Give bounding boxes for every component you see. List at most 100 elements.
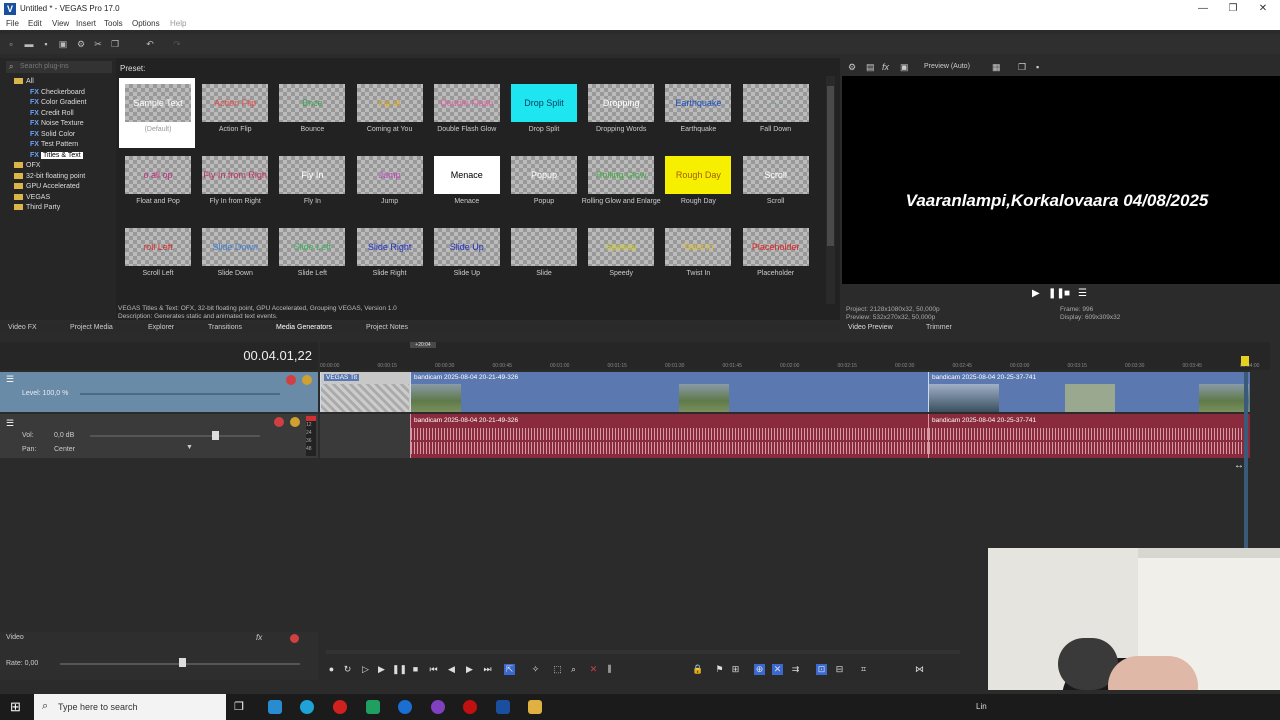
delete-icon[interactable]: ✕	[588, 664, 599, 675]
record-app-icon[interactable]	[463, 700, 477, 714]
preset-tile[interactable]: Action Flip Action Flip	[196, 78, 272, 148]
preset-tile[interactable]: · · · Fall Down	[737, 78, 813, 148]
preset-tile[interactable]: Dropping Dropping Words	[582, 78, 658, 148]
preset-tile[interactable]: Sample Text (Default)	[119, 78, 195, 148]
lock-icon[interactable]: 🔒	[692, 664, 703, 675]
windows-start-icon[interactable]: ⊞	[10, 699, 21, 715]
solo-icon[interactable]	[302, 375, 312, 385]
tab-video-preview[interactable]: Video Preview	[848, 324, 893, 331]
preset-tile[interactable]: Twist In Twist In	[659, 222, 735, 292]
task-view-icon[interactable]: ❐	[234, 700, 244, 713]
open-folder-icon[interactable]: ▬	[24, 39, 34, 49]
playhead-marker[interactable]	[1241, 356, 1249, 366]
plugin-search-input[interactable]: Search plug-ins	[6, 61, 112, 73]
edge-icon[interactable]	[300, 700, 314, 714]
preset-tile[interactable]: Slide Left Slide Left	[273, 222, 349, 292]
tab-transitions[interactable]: Transitions	[208, 324, 242, 331]
mute-icon[interactable]	[274, 417, 284, 427]
preset-tile[interactable]: Slide Up Slide Up	[428, 222, 504, 292]
plugin-tree-item[interactable]: Third Party	[14, 204, 60, 211]
fx-icon[interactable]: fx	[256, 633, 262, 642]
plugin-tree-item[interactable]: FX Checkerboard	[30, 89, 85, 96]
cut-icon[interactable]: ✂	[93, 39, 103, 49]
preset-tile[interactable]: Slide Down Slide Down	[196, 222, 272, 292]
volume-slider[interactable]	[90, 435, 260, 437]
preset-tile[interactable]: Earthquake Earthquake	[659, 78, 735, 148]
zoom-tool-icon[interactable]: ⌕	[568, 664, 579, 675]
plugin-tree-item[interactable]: 32-bit floating point	[14, 173, 85, 180]
redo-icon[interactable]: ↷	[172, 39, 182, 49]
level-slider[interactable]	[80, 393, 280, 395]
copy-icon[interactable]: ❐	[110, 39, 120, 49]
preset-tile[interactable]: Speedy Speedy	[582, 222, 658, 292]
minimize-button[interactable]: —	[1188, 2, 1218, 16]
preset-tile[interactable]: Bnce Bounce	[273, 78, 349, 148]
plugin-tree-item[interactable]: FX Solid Color	[30, 131, 75, 138]
plugin-tree-item[interactable]: GPU Accelerated	[14, 183, 80, 190]
menu-insert[interactable]: Insert	[76, 19, 96, 28]
menu-file[interactable]: File	[6, 19, 19, 28]
next-frame-icon[interactable]: ▶	[464, 664, 475, 675]
video-clip[interactable]: bandicam 2025-08-04 20-25-37-741	[928, 372, 1250, 412]
loop-region-marker[interactable]: +20:04	[410, 342, 436, 348]
split-icon[interactable]: ⌗	[858, 664, 869, 675]
menu-help[interactable]: Help	[170, 19, 186, 28]
track-menu-icon[interactable]: ☰	[6, 418, 14, 429]
pause-icon[interactable]: ❚❚	[392, 664, 407, 675]
menu-icon[interactable]: ☰	[1078, 288, 1087, 299]
plugin-tree-item[interactable]: All	[14, 78, 34, 85]
video-clip[interactable]: VEGAS Tit	[320, 372, 410, 412]
taskbar-search-input[interactable]: Type here to search	[34, 694, 226, 720]
settings-gear-icon[interactable]: ⚙	[848, 62, 856, 73]
play-icon[interactable]: ▶	[1032, 288, 1040, 299]
app-icon[interactable]	[398, 700, 412, 714]
play-from-start-icon[interactable]: ▷	[360, 664, 371, 675]
plugin-tree-item[interactable]: FX Color Gradient	[30, 99, 86, 106]
region-icon[interactable]: ⊞	[730, 664, 741, 675]
track-menu-icon[interactable]: ☰	[6, 374, 14, 385]
preset-tile[interactable]: Fly In Fly In	[273, 150, 349, 220]
tab-explorer[interactable]: Explorer	[148, 324, 174, 331]
go-to-start-icon[interactable]: ⏮	[428, 664, 439, 675]
maximize-button[interactable]: ❐	[1218, 2, 1248, 16]
file-explorer-icon[interactable]	[528, 700, 542, 714]
play-icon[interactable]: ▶	[376, 664, 387, 675]
trim-icon[interactable]: ⫼	[604, 664, 615, 675]
audio-clip[interactable]: bandicam 2025-08-04 20-21-49-326	[410, 414, 928, 458]
plugin-tree-item[interactable]: OFX	[14, 162, 40, 169]
tab-media-generators[interactable]: Media Generators	[276, 324, 332, 331]
event-fx-icon[interactable]: ⊟	[834, 664, 845, 675]
menu-options[interactable]: Options	[132, 19, 160, 28]
vegas-taskbar-icon[interactable]	[496, 700, 510, 714]
preset-tile[interactable]: o all op Float and Pop	[119, 150, 195, 220]
preset-tile[interactable]: roll Left Scroll Left	[119, 222, 195, 292]
preset-tile[interactable]: Slide Right Slide Right	[351, 222, 427, 292]
preview-quality-dropdown[interactable]: Preview (Auto)	[924, 63, 970, 70]
app-icon[interactable]	[366, 700, 380, 714]
menu-tools[interactable]: Tools	[104, 19, 123, 28]
go-to-end-icon[interactable]: ⏭	[482, 664, 493, 675]
tab-project-media[interactable]: Project Media	[70, 324, 113, 331]
pause-icon[interactable]: ❚❚	[1048, 288, 1065, 299]
preset-tile[interactable]: Placeholder Placeholder	[737, 222, 813, 292]
selection-tool-icon[interactable]: ⬚	[552, 664, 563, 675]
tab-project-notes[interactable]: Project Notes	[366, 324, 408, 331]
mute-icon[interactable]	[286, 375, 296, 385]
properties-icon[interactable]: ▤	[866, 62, 875, 73]
plugin-tree-item[interactable]: FX Noise Texture	[30, 120, 84, 127]
video-clip[interactable]: bandicam 2025-08-04 20-21-49-326	[410, 372, 928, 412]
record-icon[interactable]: ●	[326, 664, 337, 675]
app-icon[interactable]	[268, 700, 282, 714]
solo-icon[interactable]	[290, 417, 300, 427]
plugin-tree-item[interactable]: FX Titles & Text	[30, 151, 83, 159]
preset-tile[interactable]: Popup Popup	[505, 150, 581, 220]
scrollbar-thumb[interactable]	[827, 86, 834, 246]
menu-edit[interactable]: Edit	[28, 19, 42, 28]
render-icon[interactable]: ▣	[58, 39, 68, 49]
tab-video-fx[interactable]: Video FX	[8, 324, 37, 331]
ripple-edit-icon[interactable]: ⇉	[790, 664, 801, 675]
volume-slider-thumb[interactable]	[212, 431, 219, 440]
preset-tile[interactable]: Fly In from Righ Fly In from Right	[196, 150, 272, 220]
event-pan-crop-icon[interactable]: ⊡	[816, 664, 827, 675]
preset-tile[interactable]: Drop Split Drop Split	[505, 78, 581, 148]
